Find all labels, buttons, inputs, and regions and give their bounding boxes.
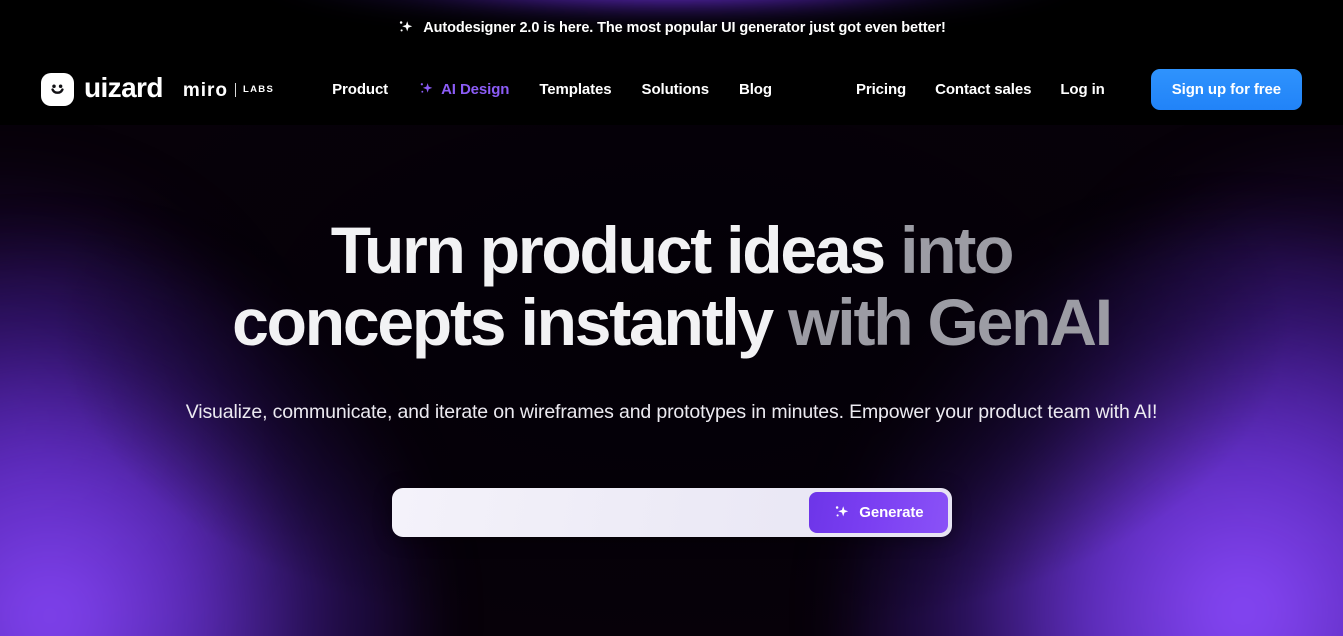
nav-link-blog[interactable]: Blog [739,81,772,98]
nav-link-ai-design-label: AI Design [441,80,510,98]
prompt-input[interactable] [395,492,810,534]
hero-headline: Turn product ideas into concepts instant… [232,213,1113,359]
generate-button-label: Generate [859,504,924,522]
brand[interactable]: uizard miro LABS [41,72,274,106]
nav-link-ai-design[interactable]: AI Design [418,81,509,98]
hero-section: Turn product ideas into concepts instant… [0,125,1343,636]
nav-link-product[interactable]: Product [332,81,388,98]
nav-link-log-in[interactable]: Log in [1060,81,1104,98]
nav-link-contact-sales[interactable]: Contact sales [935,81,1031,98]
nav-links: Product AI Design Templates Solutions Bl… [332,81,772,98]
headline-line2-bright: concepts instantly [232,284,789,359]
sparkle-icon [397,19,414,36]
sign-up-button[interactable]: Sign up for free [1150,68,1302,110]
miro-labs-badge: miro LABS [183,79,274,100]
sparkle-icon [418,81,434,97]
main-navigation: uizard miro LABS Product AI Design Templ… [0,53,1343,125]
announcement-banner[interactable]: Autodesigner 2.0 is here. The most popul… [0,0,1343,53]
generate-button[interactable]: Generate [809,492,948,534]
announcement-text: Autodesigner 2.0 is here. The most popul… [423,19,946,36]
labs-label: LABS [243,84,275,96]
uizard-smiley-icon [41,72,74,106]
nav-link-solutions[interactable]: Solutions [642,81,710,98]
headline-line1-dim: into [900,213,1014,287]
nav-right-actions: Pricing Contact sales Log in Sign up for… [856,68,1302,110]
nav-link-templates[interactable]: Templates [539,81,611,98]
headline-line1-bright: Turn product ideas [330,213,901,287]
miro-wordmark: miro [182,79,229,101]
miro-divider [235,83,237,97]
sparkle-icon [833,504,850,521]
headline-line2-dim: with GenAI [788,284,1113,359]
hero-subheadline: Visualize, communicate, and iterate on w… [185,400,1158,423]
landing-page: Autodesigner 2.0 is here. The most popul… [0,0,1343,636]
uizard-wordmark: uizard [84,72,163,103]
nav-link-pricing[interactable]: Pricing [856,81,906,98]
uizard-logo[interactable]: uizard [41,72,163,106]
prompt-bar: Generate [391,488,952,538]
